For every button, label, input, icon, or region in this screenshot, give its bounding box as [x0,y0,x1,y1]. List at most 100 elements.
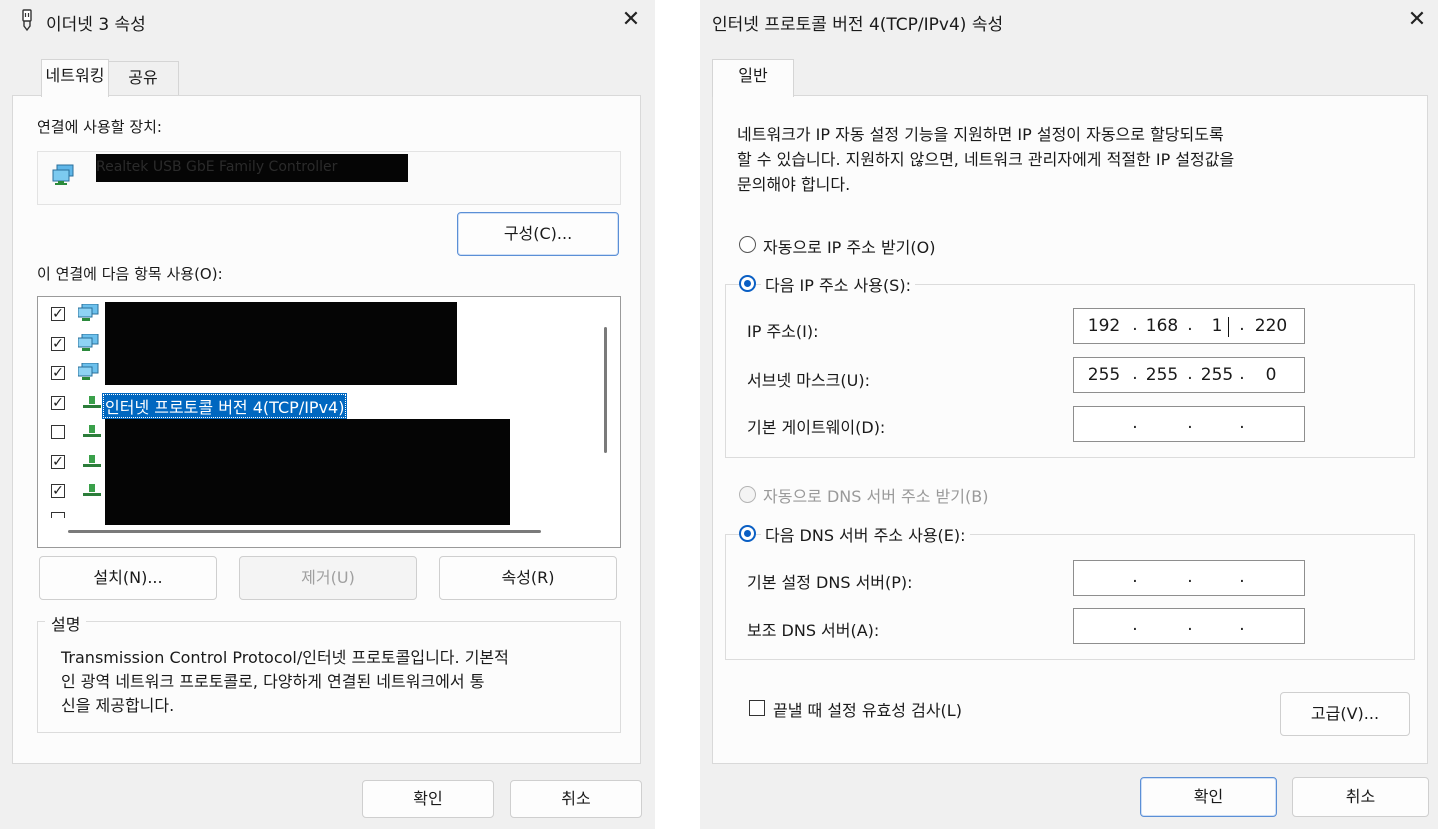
info-line-2: 할 수 있습니다. 지원하지 않으면, 네트워크 관리자에게 적절한 IP 설정… [737,150,1235,169]
subnet-octet-4: 0 [1265,365,1277,385]
network-service-icon [78,363,99,380]
ip-dot: . [1187,615,1193,635]
dialog-title: 인터넷 프로토콜 버전 4(TCP/IPv4) 속성 [712,15,1004,35]
manual-ip-radio[interactable] [739,275,756,292]
list-redaction-top [105,302,457,385]
network-client-icon [78,304,99,321]
validate-label[interactable]: 끝낼 때 설정 유효성 검사(L) [773,697,962,721]
uninstall-button[interactable]: 제거(U) [239,556,417,600]
alternate-dns-label: 보조 DNS 서버(A): [747,621,880,640]
ethernet-properties-dialog: 이더넷 3 속성 ✕ 네트워킹 공유 연결에 사용할 장치: Realtek U… [0,0,655,829]
subnet-octet-1: 255 [1087,365,1121,385]
list-item[interactable]: ✓ 인터넷 프로토콜 버전 4(TCP/IPv4) [38,388,598,419]
install-button[interactable]: 설치(N)... [39,556,217,600]
vertical-scrollbar[interactable] [604,327,607,453]
ip-dot: . [1132,364,1138,384]
horizontal-scrollbar[interactable] [68,530,541,533]
ip-dot: . [1187,567,1193,587]
auto-dns-label[interactable]: 자동으로 DNS 서버 주소 받기(B) [763,483,988,507]
close-icon[interactable]: ✕ [1401,6,1433,34]
subnet-octet-3: 255 [1200,365,1234,385]
alternate-dns-field[interactable]: . . . [1073,608,1305,644]
ok-button[interactable]: 확인 [1140,777,1277,817]
ip-dot: . [1239,315,1245,335]
auto-dns-radio[interactable] [739,486,756,503]
ok-button[interactable]: 확인 [362,780,494,818]
adapter-box: Realtek USB GbE Family Controller [37,151,621,205]
ip-address-label: IP 주소(I): [747,322,819,341]
ip-octet-4: 220 [1254,316,1288,336]
subnet-octet-2: 255 [1145,365,1179,385]
tab-networking[interactable]: 네트워킹 [41,59,109,97]
manual-ip-label[interactable]: 다음 IP 주소 사용(S): [761,272,915,296]
tab-sharing[interactable]: 공유 [107,61,179,96]
gateway-label: 기본 게이트웨이(D): [747,418,886,437]
ip-dot: . [1132,413,1138,433]
ip-dot: . [1187,364,1193,384]
tab-general[interactable]: 일반 [712,59,794,97]
cancel-button[interactable]: 취소 [1292,777,1429,817]
validate-checkbox[interactable] [749,700,765,716]
description-line-3: 신을 제공합니다. [61,696,175,715]
item-checkbox[interactable]: ✓ [51,366,65,380]
network-service-icon [78,333,99,351]
info-line-1: 네트워크가 IP 자동 설정 기능을 지원하면 IP 설정이 자동으로 할당되도… [737,125,1224,144]
item-checkbox[interactable]: ✓ [51,484,65,498]
text-cursor [1228,317,1229,337]
protocol-icon [83,454,101,467]
adapter-name: Realtek USB GbE Family Controller [96,159,338,175]
ip-octet-2: 168 [1145,316,1179,336]
close-icon[interactable]: ✕ [615,6,647,34]
properties-button[interactable]: 속성(R) [439,556,617,600]
auto-ip-radio[interactable] [739,236,756,253]
ip-dot: . [1132,315,1138,335]
ip-dot: . [1187,315,1193,335]
gateway-field[interactable]: . . . [1073,406,1305,442]
item-checkbox[interactable]: ✓ [51,395,65,410]
protocol-icon [83,395,101,408]
info-line-3: 문의해야 합니다. [737,175,851,194]
item-checkbox[interactable]: ✓ [51,336,65,351]
auto-ip-label[interactable]: 자동으로 IP 주소 받기(O) [763,234,935,258]
protocol-icon [83,484,101,496]
advanced-button[interactable]: 고급(V)... [1280,692,1410,736]
networking-panel: 연결에 사용할 장치: Realtek USB GbE Family Contr… [12,95,641,764]
ip-dot: . [1239,615,1245,635]
subnet-mask-label: 서브넷 마스크(U): [747,371,870,390]
general-panel: 네트워크가 IP 자동 설정 기능을 지원하면 IP 설정이 자동으로 할당되도… [712,95,1428,764]
item-checkbox[interactable] [51,512,65,518]
cancel-button[interactable]: 취소 [510,780,642,818]
protocol-icon [83,425,101,437]
ip-address-field[interactable]: 192 . 168 . 1 . 220 [1073,308,1305,344]
manual-dns-radio[interactable] [739,525,756,542]
ip-octet-3: 1 [1211,316,1223,336]
items-label: 이 연결에 다음 항목 사용(O): [37,265,223,283]
dialog-title: 이더넷 3 속성 [46,15,146,35]
description-label: 설명 [45,611,87,635]
components-list: ✓Microsoft Networks용 클라이언트✓Microsoft 네트워… [37,296,621,548]
subnet-mask-field[interactable]: 255 . 255 . 255 . 0 [1073,357,1305,393]
network-adapter-icon [52,164,74,185]
ip-dot: . [1239,413,1245,433]
ip-dot: . [1187,413,1193,433]
ip-dot: . [1132,567,1138,587]
description-line-2: 인 광역 네트워크 프로토콜로, 다양하게 연결된 네트워크에서 통 [61,672,485,691]
manual-dns-label[interactable]: 다음 DNS 서버 주소 사용(E): [761,522,970,546]
preferred-dns-field[interactable]: . . . [1073,560,1305,596]
item-checkbox[interactable]: ✓ [51,307,65,321]
ip-dot: . [1132,615,1138,635]
manual-dns-group [725,534,1415,660]
description-line-1: Transmission Control Protocol/인터넷 프로토콜입니… [61,648,509,667]
item-label: 인터넷 프로토콜 버전 4(TCP/IPv4) [102,392,348,419]
item-checkbox[interactable]: ✓ [51,454,65,469]
ip-dot: . [1239,567,1245,587]
list-redaction-bottom [105,419,510,525]
configure-button[interactable]: 구성(C)... [457,212,619,256]
connect-using-label: 연결에 사용할 장치: [37,118,162,136]
preferred-dns-label: 기본 설정 DNS 서버(P): [747,573,913,592]
ipv4-properties-dialog: 인터넷 프로토콜 버전 4(TCP/IPv4) 속성 ✕ 일반 네트워크가 IP… [700,0,1438,829]
ip-dot: . [1239,364,1245,384]
ip-octet-1: 192 [1087,316,1121,336]
item-checkbox[interactable] [51,425,65,439]
ethernet-icon [22,9,32,32]
